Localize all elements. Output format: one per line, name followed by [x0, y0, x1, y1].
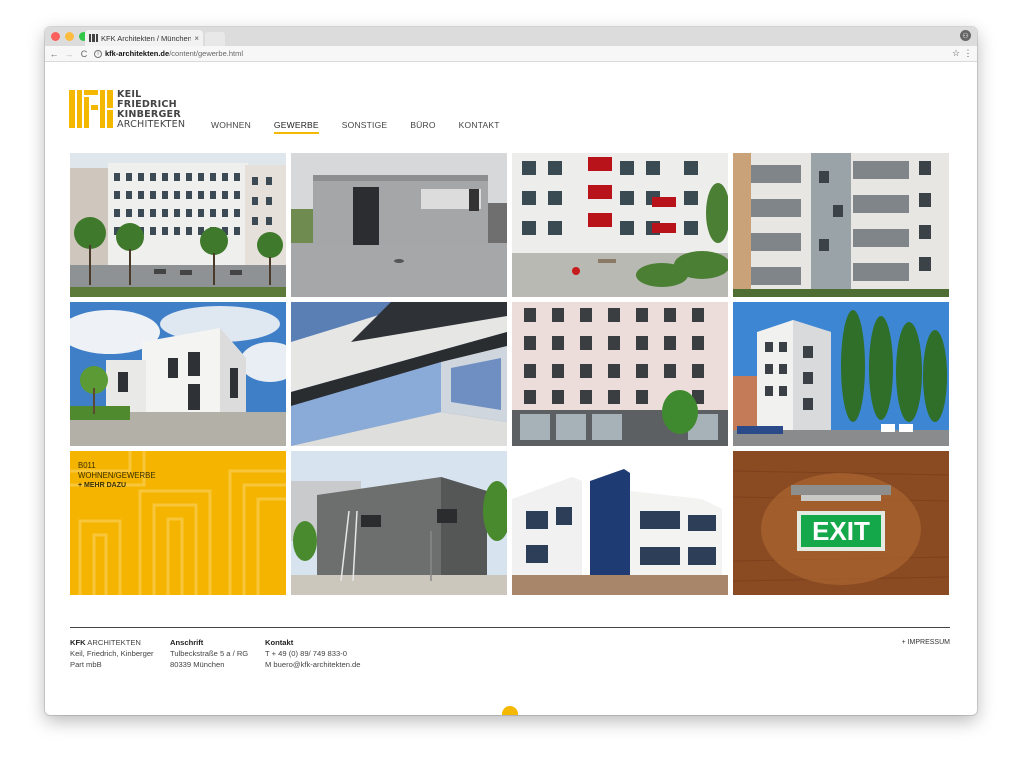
footer-company-names: Keil, Friedrich, Kinberger: [70, 649, 154, 658]
footer-email[interactable]: M buero@kfk-architekten.de: [265, 659, 361, 670]
project-tile[interactable]: [70, 302, 286, 446]
address-bar: ← → C i kfk-architekten.de /content/gewe…: [45, 46, 977, 62]
project-grid: B011 WOHNEN/GEWERBE + MEHR DAZU EXIT: [70, 153, 950, 595]
footer-city: 80339 München: [170, 660, 225, 669]
url-domain: kfk-architekten.de: [105, 49, 170, 58]
logo-mark-icon: [69, 90, 113, 128]
project-image: [512, 302, 728, 446]
browser-menu-icon[interactable]: ⋮: [962, 48, 974, 59]
scroll-top-button[interactable]: [502, 706, 518, 715]
footer-address-title: Anschrift: [170, 638, 204, 647]
url-path: /content/gewerbe.html: [169, 49, 243, 58]
nav-item-wohnen[interactable]: WOHNEN: [211, 120, 251, 134]
footer-brand-rest: ARCHITEKTEN: [85, 638, 141, 647]
project-caption: WOHNEN/GEWERBE: [78, 471, 156, 480]
project-tile[interactable]: [291, 451, 507, 595]
project-image: [291, 302, 507, 446]
footer-company-form: Part mbB: [70, 660, 102, 669]
logo-line: ARCHITEKTEN: [117, 119, 186, 130]
tab-close-icon[interactable]: ×: [194, 34, 199, 43]
footer-street: Tulbeckstraße 5 a / RG: [170, 649, 249, 658]
tab-title: KFK Architekten / München / K: [101, 33, 192, 43]
footer-brand: KFK: [70, 638, 86, 647]
favicon-icon: [89, 34, 98, 42]
project-tile[interactable]: [733, 302, 949, 446]
project-id: B011: [78, 461, 96, 470]
new-tab-button[interactable]: [205, 32, 225, 46]
project-tile[interactable]: [291, 302, 507, 446]
footer-contact-title: Kontakt: [265, 638, 294, 647]
nav-item-buero[interactable]: BÜRO: [410, 120, 435, 134]
footer-contact: Kontakt T + 49 (0) 89/ 749 833-0 M buero…: [265, 637, 361, 670]
project-image: [291, 153, 507, 297]
project-tile[interactable]: [512, 153, 728, 297]
project-image: [512, 153, 728, 297]
exit-sign-text: EXIT: [812, 516, 870, 546]
project-info-tile[interactable]: B011 WOHNEN/GEWERBE + MEHR DAZU: [70, 451, 286, 595]
project-tile[interactable]: [733, 153, 949, 297]
project-tile[interactable]: [291, 153, 507, 297]
page-content: KEIL FRIEDRICH KINBERGER ARCHITEKTEN WOH…: [45, 62, 977, 715]
impressum-link[interactable]: + IMPRESSUM: [902, 637, 950, 648]
footer-phone[interactable]: T + 49 (0) 89/ 749 833-0: [265, 648, 361, 659]
footer-divider: [70, 627, 950, 628]
browser-window: KFK Architekten / München / K × ⚇ ← → C …: [45, 27, 977, 715]
logo-text: KEIL FRIEDRICH KINBERGER ARCHITEKTEN: [117, 90, 185, 130]
close-window-button[interactable]: [51, 32, 60, 41]
project-image: [733, 302, 949, 446]
back-button[interactable]: ←: [48, 49, 60, 59]
main-navigation: WOHNEN GEWERBE SONSTIGE BÜRO KONTAKT: [211, 120, 500, 134]
footer-company: KFK ARCHITEKTEN Keil, Friedrich, Kinberg…: [70, 637, 154, 670]
bookmark-star-icon[interactable]: ☆: [950, 48, 962, 59]
nav-item-gewerbe[interactable]: GEWERBE: [273, 120, 319, 134]
info-icon[interactable]: i: [94, 49, 102, 58]
project-tile[interactable]: EXIT: [733, 451, 949, 595]
window-controls: [51, 32, 88, 41]
browser-tab[interactable]: KFK Architekten / München / K ×: [85, 30, 203, 46]
project-tile[interactable]: [512, 451, 728, 595]
minimize-window-button[interactable]: [65, 32, 74, 41]
kfk-logo[interactable]: KEIL FRIEDRICH KINBERGER ARCHITEKTEN: [69, 90, 185, 130]
tab-bar: KFK Architekten / München / K × ⚇: [45, 27, 977, 46]
nav-item-kontakt[interactable]: KONTAKT: [459, 120, 500, 134]
project-tile[interactable]: [70, 153, 286, 297]
project-image: [733, 153, 949, 297]
project-image: EXIT: [733, 451, 949, 595]
project-image: [70, 302, 286, 446]
project-image: [291, 451, 507, 595]
url-field[interactable]: i kfk-architekten.de /content/gewerbe.ht…: [94, 49, 950, 58]
project-tile[interactable]: [512, 302, 728, 446]
reload-button[interactable]: C: [78, 49, 90, 59]
more-link[interactable]: + MEHR DAZU: [78, 481, 156, 491]
project-image: [70, 153, 286, 297]
footer-address: Anschrift Tulbeckstraße 5 a / RG 80339 M…: [170, 637, 248, 670]
forward-button[interactable]: →: [63, 49, 75, 59]
profile-icon[interactable]: ⚇: [960, 30, 971, 41]
project-image: [512, 451, 728, 595]
nav-item-sonstige[interactable]: SONSTIGE: [342, 120, 388, 134]
project-info: B011 WOHNEN/GEWERBE + MEHR DAZU: [78, 461, 156, 491]
